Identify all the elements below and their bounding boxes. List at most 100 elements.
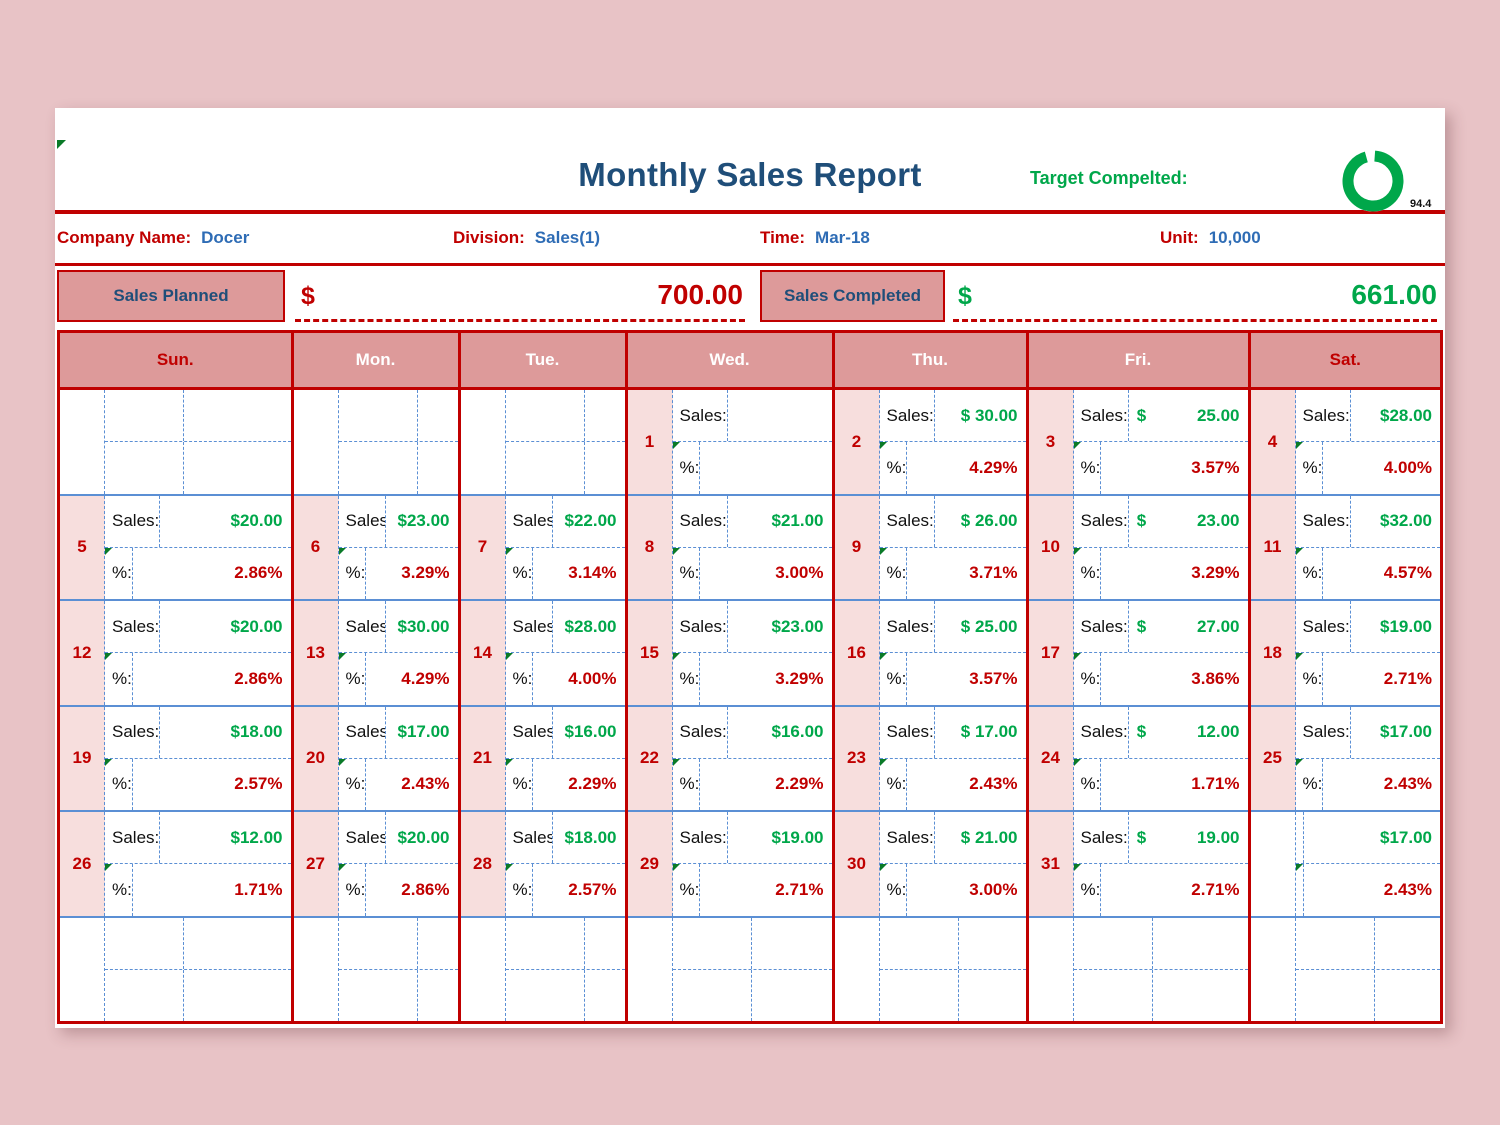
calendar-day-cell[interactable]: 10 Sales: $23.00%: 3.29%	[1027, 494, 1251, 602]
calendar-day-cell[interactable]: 5 Sales: $20.00%: 2.86%	[60, 494, 294, 602]
sales-value-cell[interactable]: $20.00	[159, 601, 290, 653]
percent-value-cell[interactable]: 4.57%	[1322, 547, 1440, 600]
sales-value-cell[interactable]: $19.00	[1127, 812, 1248, 864]
spreadsheet-sheet[interactable]: Monthly Sales Report Target Compelted: 9…	[55, 108, 1445, 1028]
percent-value-cell[interactable]: 2.71%	[699, 864, 831, 916]
percent-value-cell[interactable]: 2.86%	[131, 653, 291, 705]
calendar-day-cell[interactable]: 13 Sales: $30.00%: 4.29%	[292, 600, 461, 707]
sales-value-cell[interactable]: $16.00	[551, 706, 625, 758]
percent-value-cell[interactable]: 1.71%	[1100, 758, 1247, 811]
calendar-day-cell[interactable]	[60, 388, 294, 496]
calendar-day-cell[interactable]: 19 Sales: $18.00%: 2.57%	[60, 705, 294, 813]
percent-value-cell[interactable]: 3.71%	[906, 547, 1025, 600]
calendar-day-cell[interactable]: 4 Sales: $28.00%: 4.00%	[1249, 388, 1440, 496]
sales-value-cell[interactable]: $17.00	[1349, 706, 1440, 758]
calendar-day-cell[interactable]	[60, 916, 294, 1021]
calendar-day-cell[interactable]: 11 Sales: $32.00%: 4.57%	[1249, 494, 1440, 602]
company-name-field[interactable]: Company Name: Docer	[57, 228, 249, 248]
sales-value-cell[interactable]: $19.00	[726, 812, 832, 864]
sales-value-cell[interactable]: $18.00	[159, 706, 290, 758]
calendar-day-cell[interactable]: 27 Sales: $20.00%: 2.86%	[292, 811, 461, 918]
calendar-day-cell[interactable]	[833, 916, 1029, 1021]
percent-value-cell[interactable]: 3.29%	[1100, 547, 1247, 600]
calendar-day-cell[interactable]: 16 Sales: $ 25.00%: 3.57%	[833, 600, 1029, 707]
calendar-day-cell[interactable]	[1027, 916, 1251, 1021]
calendar-day-cell[interactable]: 20 Sales: $17.00%: 2.43%	[292, 705, 461, 813]
percent-value-cell[interactable]: 3.14%	[532, 547, 624, 600]
calendar-day-cell[interactable]: 25 Sales: $17.00%: 2.43%	[1249, 705, 1440, 813]
sales-value-cell[interactable]: $28.00	[1349, 390, 1440, 442]
sales-completed-label[interactable]: Sales Completed	[760, 270, 945, 322]
sales-value-cell[interactable]: $28.00	[551, 601, 625, 653]
calendar-day-cell[interactable]	[459, 916, 628, 1021]
sales-value-cell[interactable]: $12.00	[159, 812, 290, 864]
calendar-day-cell[interactable]: 3 Sales: $25.00%: 3.57%	[1027, 388, 1251, 496]
calendar-day-cell[interactable]: $17.00 2.43%	[1249, 811, 1441, 918]
calendar-day-cell[interactable]: 29 Sales: $19.00%: 2.71%	[626, 811, 835, 918]
sales-value-cell[interactable]: $ 30.00	[933, 390, 1026, 442]
calendar-day-cell[interactable]: 18 Sales: $19.00%: 2.71%	[1249, 600, 1440, 707]
sales-value-cell[interactable]: $12.00	[1127, 706, 1248, 758]
time-field[interactable]: Time: Mar-18	[760, 228, 870, 248]
calendar-day-cell[interactable]: 8 Sales: $21.00%: 3.00%	[626, 494, 835, 602]
sales-value-cell[interactable]: $16.00	[726, 706, 832, 758]
percent-value-cell[interactable]: 4.29%	[365, 653, 457, 705]
calendar-day-cell[interactable]: 30 Sales: $ 21.00%: 3.00%	[833, 811, 1029, 918]
sales-value-cell[interactable]: $23.00	[726, 601, 832, 653]
sales-value-cell[interactable]: $32.00	[1349, 495, 1440, 547]
sales-value-cell[interactable]: $ 26.00	[933, 495, 1026, 547]
sales-value-cell[interactable]: $22.00	[551, 495, 625, 547]
unit-field[interactable]: Unit: 10,000	[1160, 228, 1261, 248]
calendar-day-cell[interactable]: 24 Sales: $12.00%: 1.71%	[1027, 705, 1251, 813]
percent-value-cell[interactable]	[699, 442, 831, 494]
percent-value-cell[interactable]: 2.86%	[365, 864, 457, 916]
calendar-grid[interactable]: Sun. Mon. Tue. Wed. Thu. Fri. Sat. 1 Sale…	[57, 330, 1443, 1024]
percent-value-cell[interactable]: 4.29%	[906, 442, 1025, 494]
sales-value-cell[interactable]	[726, 390, 832, 442]
sales-value-cell[interactable]: $ 17.00	[933, 706, 1026, 758]
percent-value-cell[interactable]: 3.86%	[1100, 653, 1247, 705]
percent-value-cell[interactable]: 2.43%	[1322, 758, 1440, 811]
percent-value-cell[interactable]: 4.00%	[532, 653, 624, 705]
sales-value-cell[interactable]: $23.00	[384, 495, 458, 547]
percent-value-cell[interactable]: 2.43%	[365, 758, 457, 811]
sales-value-cell[interactable]: $27.00	[1127, 601, 1248, 653]
calendar-day-cell[interactable]	[459, 388, 628, 496]
percent-value-cell[interactable]: 2.29%	[699, 758, 831, 811]
sales-value-cell[interactable]: $ 21.00	[933, 812, 1026, 864]
calendar-day-cell[interactable]: 31 Sales: $19.00%: 2.71%	[1027, 811, 1251, 918]
calendar-day-cell[interactable]: 2 Sales: $ 30.00%: 4.29%	[833, 388, 1029, 496]
calendar-day-cell[interactable]: 7 Sales: $22.00%: 3.14%	[459, 494, 628, 602]
division-field[interactable]: Division: Sales(1)	[453, 228, 600, 248]
percent-value-cell[interactable]: 2.29%	[532, 758, 624, 811]
percent-value-cell[interactable]: 2.71%	[1100, 864, 1247, 916]
sales-value-cell[interactable]: $18.00	[551, 812, 625, 864]
calendar-day-cell[interactable]	[292, 388, 461, 496]
percent-value-cell[interactable]: 2.43%	[906, 758, 1025, 811]
percent-value-cell[interactable]: 3.57%	[1100, 442, 1247, 494]
percent-value-cell[interactable]: 2.43%	[1302, 864, 1441, 916]
sales-value-cell[interactable]: $17.00	[1302, 812, 1441, 864]
percent-value-cell[interactable]: 3.29%	[699, 653, 831, 705]
percent-value-cell[interactable]: 2.71%	[1322, 653, 1440, 705]
sales-value-cell[interactable]: $20.00	[384, 812, 458, 864]
sales-value-cell[interactable]: $ 25.00	[933, 601, 1026, 653]
sales-value-cell[interactable]: $20.00	[159, 495, 290, 547]
calendar-day-cell[interactable]	[292, 916, 461, 1021]
sales-value-cell[interactable]: $25.00	[1127, 390, 1248, 442]
percent-value-cell[interactable]: 4.00%	[1322, 442, 1440, 494]
sales-value-cell[interactable]: $21.00	[726, 495, 832, 547]
calendar-day-cell[interactable]: 9 Sales: $ 26.00%: 3.71%	[833, 494, 1029, 602]
calendar-day-cell[interactable]: 26 Sales: $12.00%: 1.71%	[60, 811, 294, 918]
calendar-day-cell[interactable]: 1 Sales:%:	[626, 388, 835, 496]
percent-value-cell[interactable]: 2.86%	[131, 547, 291, 600]
calendar-day-cell[interactable]: 28 Sales: $18.00%: 2.57%	[459, 811, 628, 918]
sales-completed-value[interactable]: 661.00	[1295, 279, 1437, 311]
percent-value-cell[interactable]: 3.00%	[906, 864, 1025, 916]
calendar-day-cell[interactable]: 15 Sales: $23.00%: 3.29%	[626, 600, 835, 707]
calendar-day-cell[interactable]: 6 Sales: $23.00%: 3.29%	[292, 494, 461, 602]
calendar-day-cell[interactable]	[1249, 916, 1440, 1021]
sales-value-cell[interactable]: $19.00	[1349, 601, 1440, 653]
calendar-day-cell[interactable]: 22 Sales: $16.00%: 2.29%	[626, 705, 835, 813]
calendar-day-cell[interactable]	[626, 916, 835, 1021]
